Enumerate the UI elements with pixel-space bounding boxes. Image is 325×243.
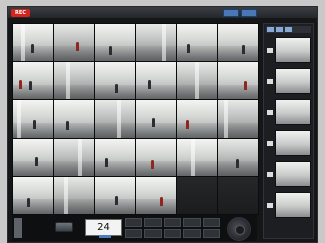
title-bar: REC <box>8 7 317 18</box>
layout-button[interactable] <box>183 229 201 238</box>
camera-tile[interactable] <box>13 176 53 214</box>
sidebar-toolbar <box>266 26 311 33</box>
camera-tile[interactable] <box>218 138 258 176</box>
jog-dial-icon[interactable] <box>227 217 251 241</box>
camera-tile[interactable] <box>218 24 258 62</box>
thumbnail-row[interactable] <box>267 191 311 219</box>
camera-tile[interactable] <box>95 138 135 176</box>
camera-tile[interactable] <box>136 62 176 100</box>
thumbnail-list <box>267 36 311 222</box>
layout-buttons <box>125 218 220 238</box>
layout-button[interactable] <box>183 218 201 227</box>
layout-button[interactable] <box>144 229 162 238</box>
camera-tile[interactable] <box>54 24 94 62</box>
thumbnail-row[interactable] <box>267 98 311 126</box>
camera-tile[interactable] <box>13 62 53 100</box>
control-button[interactable] <box>55 222 73 232</box>
thumbnail[interactable] <box>274 99 311 125</box>
camera-grid <box>12 23 259 215</box>
camera-tile[interactable] <box>95 62 135 100</box>
jog-center[interactable] <box>235 225 245 235</box>
camera-tile[interactable] <box>177 138 217 176</box>
thumbnail-row[interactable] <box>267 129 311 157</box>
camera-tile[interactable] <box>54 176 94 214</box>
dvr-window: REC 24 <box>7 6 318 243</box>
camera-tile-empty[interactable] <box>218 176 258 214</box>
thumbnail-row[interactable] <box>267 36 311 64</box>
camera-tile[interactable] <box>13 100 53 138</box>
thumbnail[interactable] <box>274 68 311 94</box>
sidebar-tool[interactable] <box>276 27 283 32</box>
camera-tile[interactable] <box>136 176 176 214</box>
camera-tile[interactable] <box>177 24 217 62</box>
camera-tile[interactable] <box>95 24 135 62</box>
camera-tile[interactable] <box>136 100 176 138</box>
camera-tile[interactable] <box>54 62 94 100</box>
thumbnail[interactable] <box>274 161 311 187</box>
panel-toggle-icon[interactable] <box>14 218 22 238</box>
camera-tile[interactable] <box>218 62 258 100</box>
thumbnail[interactable] <box>274 192 311 218</box>
camera-tile[interactable] <box>136 24 176 62</box>
camera-tile[interactable] <box>218 100 258 138</box>
tab-2[interactable] <box>241 9 257 17</box>
channel-counter: 24 <box>85 219 122 236</box>
camera-tile[interactable] <box>136 138 176 176</box>
layout-button[interactable] <box>125 218 143 227</box>
rec-badge: REC <box>11 9 30 17</box>
camera-sidebar <box>263 23 314 239</box>
sidebar-tool[interactable] <box>267 27 274 32</box>
camera-tile[interactable] <box>95 100 135 138</box>
camera-tile-empty[interactable] <box>177 176 217 214</box>
layout-button[interactable] <box>144 218 162 227</box>
layout-button[interactable] <box>163 229 182 238</box>
camera-tile[interactable] <box>13 24 53 62</box>
layout-button[interactable] <box>202 218 220 227</box>
layout-button[interactable] <box>163 218 182 227</box>
camera-tile[interactable] <box>13 138 53 176</box>
control-bar: 24 <box>12 215 257 241</box>
counter-indicator <box>99 235 111 238</box>
tab-1[interactable] <box>223 9 239 17</box>
title-tabs <box>223 9 257 17</box>
thumbnail[interactable] <box>274 130 311 156</box>
camera-tile[interactable] <box>177 62 217 100</box>
camera-tile[interactable] <box>54 138 94 176</box>
camera-tile[interactable] <box>95 176 135 214</box>
sidebar-tool[interactable] <box>285 27 292 32</box>
thumbnail[interactable] <box>274 37 311 63</box>
thumbnail-row[interactable] <box>267 67 311 95</box>
thumbnail-row[interactable] <box>267 160 311 188</box>
camera-tile[interactable] <box>177 100 217 138</box>
layout-button[interactable] <box>125 229 143 238</box>
layout-button[interactable] <box>202 229 220 238</box>
camera-tile[interactable] <box>54 100 94 138</box>
